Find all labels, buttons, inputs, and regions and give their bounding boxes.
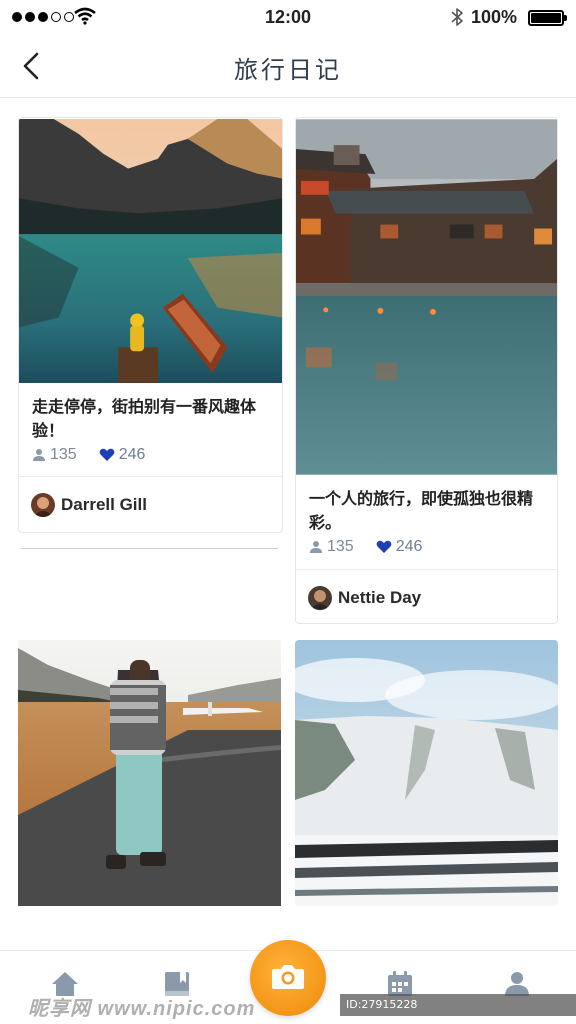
battery-percentage: 100% bbox=[471, 7, 518, 27]
heart-icon bbox=[376, 540, 392, 553]
likes-stat[interactable]: 246 bbox=[376, 538, 423, 556]
author-name: Nettie Day bbox=[338, 588, 422, 607]
views-count: 135 bbox=[327, 538, 354, 555]
person-icon bbox=[310, 541, 322, 553]
post-stats: 135 246 bbox=[32, 446, 167, 464]
likes-count: 246 bbox=[118, 446, 146, 463]
post-photo-lodge[interactable] bbox=[296, 118, 557, 476]
author[interactable]: Nettie Day bbox=[308, 586, 421, 610]
status-bar: 12:00 100% bbox=[0, 0, 576, 36]
author[interactable]: Darrell Gill bbox=[31, 493, 147, 517]
post-card-1[interactable]: 走走停停，街拍别有一番风趣体验！ 135 246 Darrell Gill bbox=[18, 117, 283, 533]
post-caption: 走走停停，街拍别有一番风趣体验！ bbox=[32, 399, 257, 440]
watermark-logo: 昵享网 www.nipic.com bbox=[28, 998, 256, 1020]
camera-button[interactable] bbox=[250, 940, 326, 1016]
post-stats: 135 246 bbox=[309, 538, 444, 556]
divider bbox=[19, 476, 282, 477]
page-title: 旅行日记 bbox=[234, 57, 342, 84]
post-photo-cliff[interactable] bbox=[295, 640, 558, 906]
post-card-2[interactable]: 一个人的旅行，即使孤独也很精彩。 135 246 Nettie Day bbox=[295, 117, 558, 624]
heart-icon bbox=[99, 448, 115, 461]
likes-stat[interactable]: 246 bbox=[99, 446, 146, 464]
post-photo-road[interactable] bbox=[18, 640, 281, 906]
avatar[interactable] bbox=[308, 586, 332, 610]
watermark-id: ID:27915228 NO:20210826233046205123 bbox=[340, 994, 576, 1024]
bluetooth-icon bbox=[451, 8, 463, 26]
post-photo-lake[interactable] bbox=[19, 118, 282, 384]
navigation-bar: 旅行日记 bbox=[0, 36, 576, 98]
likes-count: 246 bbox=[395, 538, 423, 555]
views-stat: 135 bbox=[32, 446, 77, 464]
battery-icon bbox=[528, 10, 567, 26]
views-count: 135 bbox=[50, 446, 77, 463]
column-divider bbox=[21, 548, 278, 549]
post-caption: 一个人的旅行，即使孤独也很精彩。 bbox=[309, 491, 534, 532]
author-name: Darrell Gill bbox=[61, 495, 147, 514]
views-stat: 135 bbox=[309, 538, 354, 556]
divider bbox=[296, 569, 557, 570]
avatar[interactable] bbox=[31, 493, 55, 517]
person-icon bbox=[33, 449, 45, 461]
camera-icon bbox=[272, 965, 304, 989]
